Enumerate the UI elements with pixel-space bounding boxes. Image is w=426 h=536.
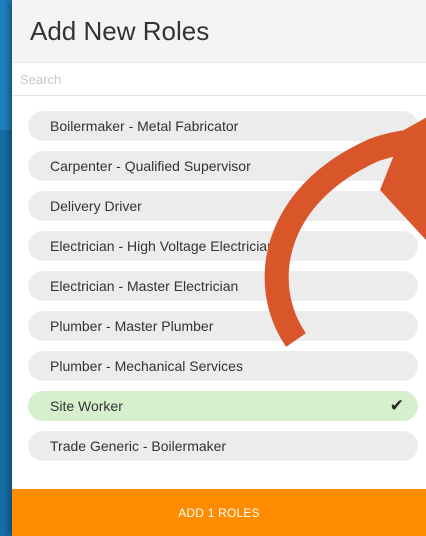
role-label: Plumber - Master Plumber: [50, 318, 214, 334]
check-icon: ✔: [389, 396, 404, 415]
search-input[interactable]: [18, 70, 426, 88]
role-label: Electrician - High Voltage Electrician: [50, 238, 275, 254]
modal-header: Add New Roles: [12, 0, 426, 63]
role-item-delivery-driver[interactable]: Delivery Driver: [28, 191, 418, 221]
role-label: Plumber - Mechanical Services: [50, 358, 243, 374]
role-item-site-worker[interactable]: Site Worker ✔: [28, 391, 418, 421]
role-label: Delivery Driver: [50, 198, 142, 214]
role-item-plumber-mechanical-services[interactable]: Plumber - Mechanical Services: [28, 351, 418, 381]
role-item-carpenter-qualified-supervisor[interactable]: Carpenter - Qualified Supervisor: [28, 151, 418, 181]
role-item-boilermaker-metal-fabricator[interactable]: Boilermaker - Metal Fabricator: [28, 111, 418, 141]
role-item-plumber-master[interactable]: Plumber - Master Plumber: [28, 311, 418, 341]
role-label: Site Worker: [50, 398, 123, 414]
role-label: Trade Generic - Boilermaker: [50, 438, 227, 454]
add-roles-modal: Add New Roles Boilermaker - Metal Fabric…: [12, 0, 426, 536]
role-label: Electrician - Master Electrician: [50, 278, 239, 294]
role-label: Carpenter - Qualified Supervisor: [50, 158, 251, 174]
search-bar: [12, 63, 426, 96]
role-item-electrician-high-voltage[interactable]: Electrician - High Voltage Electrician: [28, 231, 418, 261]
roles-list: Boilermaker - Metal Fabricator Carpenter…: [28, 111, 418, 471]
role-label: Boilermaker - Metal Fabricator: [50, 118, 239, 134]
modal-title: Add New Roles: [30, 15, 210, 46]
add-roles-button[interactable]: ADD 1 ROLES: [12, 489, 426, 536]
role-item-electrician-master[interactable]: Electrician - Master Electrician: [28, 271, 418, 301]
role-item-trade-generic-boilermaker[interactable]: Trade Generic - Boilermaker: [28, 431, 418, 461]
